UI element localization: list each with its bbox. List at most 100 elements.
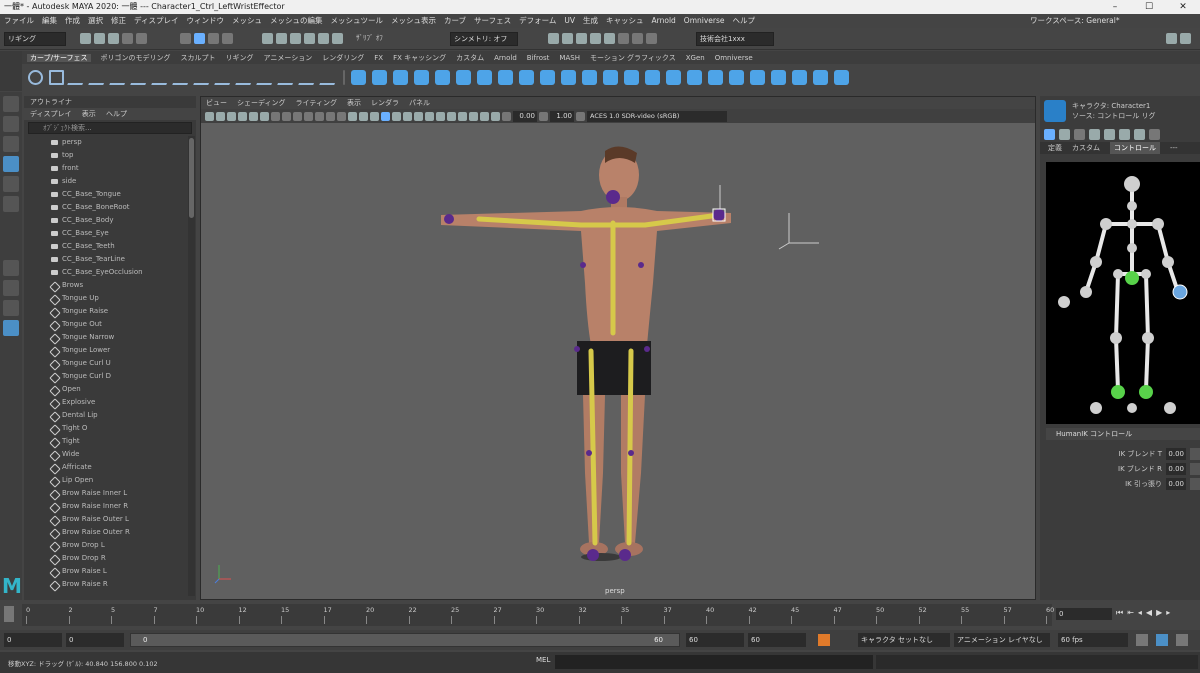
film-gate-icon[interactable] xyxy=(282,111,291,121)
textured-icon[interactable] xyxy=(381,111,390,121)
menu-item[interactable]: カーブ xyxy=(444,16,466,25)
maximize-button[interactable]: ☐ xyxy=(1132,0,1166,14)
ep-curve-icon[interactable] xyxy=(88,69,109,85)
wireframe-icon[interactable] xyxy=(348,111,357,121)
safe-title-icon[interactable] xyxy=(337,111,346,121)
modeling-toolkit-icon[interactable] xyxy=(618,33,629,44)
save-scene-icon[interactable] xyxy=(108,33,119,44)
viewport-menu-item[interactable]: ビュー xyxy=(206,99,227,107)
playback-end-field[interactable]: 60 xyxy=(686,633,744,647)
image-plane-icon[interactable] xyxy=(238,111,247,121)
outliner-item[interactable]: front xyxy=(24,162,188,175)
outliner-item[interactable]: Brow Raise Outer L xyxy=(24,513,188,526)
view-transform-dropdown[interactable]: ACES 1.0 SDR-video (sRGB) xyxy=(587,110,727,122)
outliner-item[interactable]: Tongue Up xyxy=(24,292,188,305)
outliner-item[interactable]: Brow Raise L xyxy=(24,565,188,578)
hik-tab[interactable]: コントロール xyxy=(1110,142,1160,154)
open-close-surfaces-icon[interactable] xyxy=(750,69,765,85)
xray-icon[interactable] xyxy=(469,111,478,121)
surface-fillet-icon[interactable] xyxy=(645,69,660,85)
anti-aliasing-icon[interactable] xyxy=(436,111,445,121)
pencil-curve-icon[interactable] xyxy=(109,69,130,85)
menu-item[interactable]: 編集 xyxy=(42,16,57,25)
boundary-icon[interactable] xyxy=(603,69,618,85)
outliner-item[interactable]: Brow Drop R xyxy=(24,552,188,565)
select-camera-icon[interactable] xyxy=(205,111,214,121)
loft-icon[interactable] xyxy=(498,69,513,85)
camera-attributes-icon[interactable] xyxy=(216,111,225,121)
extend-curve-icon[interactable] xyxy=(235,69,256,85)
play-backward-icon[interactable]: ◀ xyxy=(1146,608,1152,618)
hierarchy-mode-icon[interactable] xyxy=(180,33,191,44)
hik-toggle-icon[interactable] xyxy=(632,33,643,44)
shadows-icon[interactable] xyxy=(403,111,412,121)
shelf-tab[interactable]: ポリゴンのモデリング xyxy=(101,54,171,62)
nurbs-cylinder-icon[interactable] xyxy=(393,69,408,85)
viewport-menu-item[interactable]: レンダラ xyxy=(371,99,399,107)
extrude-icon[interactable] xyxy=(540,69,555,85)
viewport-menu-item[interactable]: ライティング xyxy=(296,99,337,107)
nurbs-cube-icon[interactable] xyxy=(372,69,387,85)
color-management-icon[interactable] xyxy=(576,111,585,121)
nurbs-sphere-icon[interactable] xyxy=(351,69,366,85)
manipulator-gizmo[interactable] xyxy=(719,185,819,250)
menu-item[interactable]: Omniverse xyxy=(684,16,725,25)
snap-grid-icon[interactable] xyxy=(262,33,273,44)
outliner-item[interactable]: CC_Base_Teeth xyxy=(24,240,188,253)
shelf-tab[interactable]: FX キャッシング xyxy=(393,54,446,62)
range-slider[interactable]: 0 60 xyxy=(130,633,680,647)
outliner-search-input[interactable]: ｵﾌﾞｼﾞｪｸﾄ検索... xyxy=(28,122,192,134)
tool-settings-toggle-icon[interactable] xyxy=(1180,33,1191,44)
close-button[interactable]: ✕ xyxy=(1166,0,1200,14)
menu-item[interactable]: Arnold xyxy=(652,16,676,25)
shelf-tab[interactable]: Arnold xyxy=(494,54,517,62)
shelf-tab[interactable]: MASH xyxy=(559,54,580,62)
outliner-item[interactable]: Wide xyxy=(24,448,188,461)
outliner-item[interactable]: Tongue Curl U xyxy=(24,357,188,370)
shelf-tab[interactable]: アニメーション xyxy=(264,54,313,62)
hik-character-value[interactable]: Character1 xyxy=(1111,102,1150,110)
snap-plane-icon[interactable] xyxy=(304,33,315,44)
outliner-item[interactable]: Open xyxy=(24,383,188,396)
snap-point-icon[interactable] xyxy=(290,33,301,44)
select-tool-icon[interactable] xyxy=(3,96,19,112)
channel-box-toggle-icon[interactable] xyxy=(1166,33,1177,44)
nurbs-cone-icon[interactable] xyxy=(414,69,429,85)
menu-item[interactable]: 選択 xyxy=(88,16,103,25)
new-scene-icon[interactable] xyxy=(80,33,91,44)
current-time-marker[interactable] xyxy=(4,606,14,622)
character-mesh[interactable] xyxy=(441,146,731,561)
workspace-selector[interactable]: ワークスペース: General* xyxy=(1030,14,1120,28)
planar-icon[interactable] xyxy=(519,69,534,85)
snap-live-icon[interactable] xyxy=(332,33,343,44)
outliner-item[interactable]: top xyxy=(24,149,188,162)
shelf-tab[interactable]: カスタム xyxy=(456,54,484,62)
rebuild-curve-icon[interactable] xyxy=(277,69,298,85)
gate-mask-icon[interactable] xyxy=(304,111,313,121)
hik-selection-icon[interactable] xyxy=(1074,128,1085,140)
lasso-tool-icon[interactable] xyxy=(3,116,19,132)
current-frame-field[interactable]: 0 xyxy=(1056,608,1112,620)
outliner-item[interactable]: Brow Drop L xyxy=(24,539,188,552)
ambient-occlusion-icon[interactable] xyxy=(414,111,423,121)
outliner-item[interactable]: CC_Base_Tongue xyxy=(24,188,188,201)
hik-tab[interactable]: --- xyxy=(1170,142,1178,154)
hik-body-part-icon[interactable] xyxy=(1059,128,1070,140)
anim-layer-dropdown[interactable]: アニメーション レイヤなし xyxy=(954,633,1050,647)
anim-prefs-icon[interactable] xyxy=(1176,634,1188,646)
smooth-shade-icon[interactable] xyxy=(359,111,368,121)
hik-tab[interactable]: 定義 xyxy=(1048,142,1062,154)
menu-item[interactable]: ヘルプ xyxy=(733,16,756,25)
outliner-item[interactable]: Affricate xyxy=(24,461,188,474)
hik-control-value[interactable]: 0.00 xyxy=(1166,478,1186,490)
menu-item[interactable]: 生成 xyxy=(583,16,598,25)
scene-start-field[interactable]: 0 xyxy=(4,633,62,647)
shelf-tab[interactable]: スカルプト xyxy=(181,54,216,62)
outliner-scrollbar[interactable] xyxy=(188,136,195,596)
outliner-item[interactable]: Brow Raise Outer R xyxy=(24,526,188,539)
hik-pin-rotate-icon[interactable] xyxy=(1104,128,1115,140)
outliner-item[interactable]: Tight O xyxy=(24,422,188,435)
time-ruler[interactable]: 0 2 5 7 10 12 15 17 20 22 25 27 30 32 35 37 40 42 45 47 50 52… xyxy=(22,604,1054,626)
sculpt-geometry-icon[interactable] xyxy=(834,69,849,85)
menu-item[interactable]: サーフェス xyxy=(474,16,511,25)
